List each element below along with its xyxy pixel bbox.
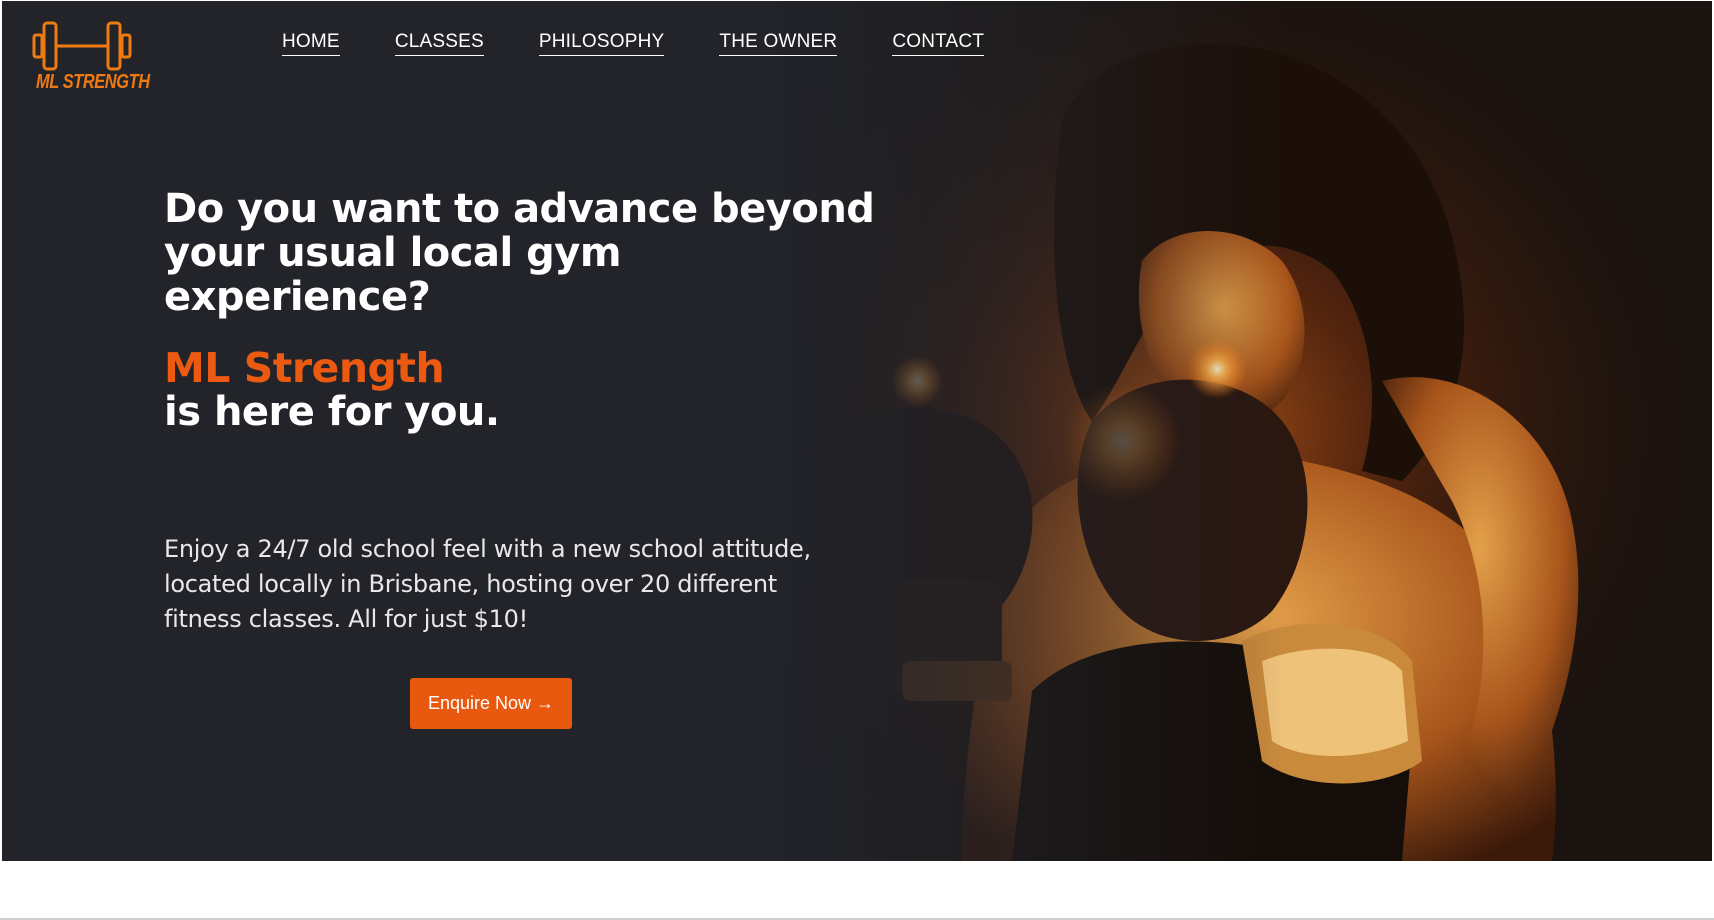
main-nav: HOME CLASSES PHILOSOPHY THE OWNER CONTAC… [282, 31, 1039, 56]
nav-item-the-owner[interactable]: THE OWNER [719, 31, 838, 56]
nav-item-contact[interactable]: CONTACT [892, 31, 985, 56]
nav-item-home[interactable]: HOME [282, 31, 340, 56]
hero-brand-name: ML Strength [164, 344, 445, 392]
hero-description: Enjoy a 24/7 old school feel with a new … [164, 535, 811, 633]
dumbbell-icon [32, 21, 132, 71]
hero-tagline: is here for you. [164, 389, 500, 435]
boxer-illustration [762, 1, 1712, 861]
hero-section: ML STRENGTH HOME CLASSES PHILOSOPHY THE … [2, 1, 1712, 861]
logo-wordmark: ML STRENGTH [36, 71, 150, 93]
nav-item-classes[interactable]: CLASSES [394, 31, 484, 56]
hero-boxer-image [762, 1, 1712, 861]
hero-headline: Do you want to advance beyond your usual… [164, 186, 875, 320]
enquire-now-button[interactable]: Enquire Now → [410, 678, 572, 729]
site-logo[interactable]: ML STRENGTH [32, 19, 150, 99]
nav-item-philosophy[interactable]: PHILOSOPHY [538, 31, 665, 56]
